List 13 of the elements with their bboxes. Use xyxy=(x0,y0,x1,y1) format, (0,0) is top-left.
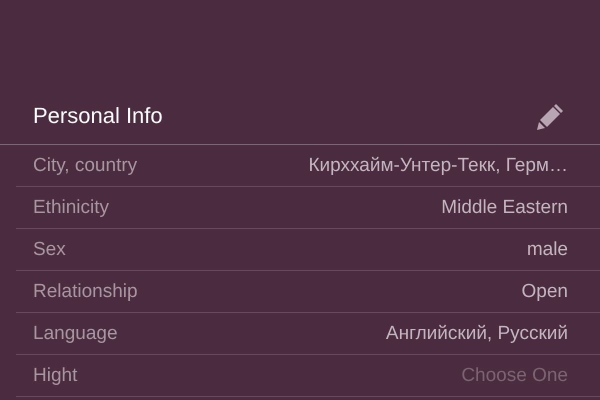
field-label: Ethinicity xyxy=(33,196,110,218)
field-label: Sex xyxy=(33,238,66,260)
field-value[interactable]: Кирххайм-Унтер-Текк, Герм… xyxy=(308,154,568,176)
field-value[interactable]: male xyxy=(526,238,568,260)
field-label: Language xyxy=(33,322,118,344)
field-value[interactable]: Open xyxy=(522,280,568,302)
field-value[interactable]: Английский, Русский xyxy=(386,322,568,344)
section-title: Personal Info xyxy=(33,103,163,129)
field-label: City, country xyxy=(33,154,138,176)
field-value[interactable]: Middle Eastern xyxy=(441,196,568,218)
edit-icon[interactable] xyxy=(536,101,566,131)
field-label: Relationship xyxy=(33,280,138,302)
field-label: Hight xyxy=(33,364,78,386)
